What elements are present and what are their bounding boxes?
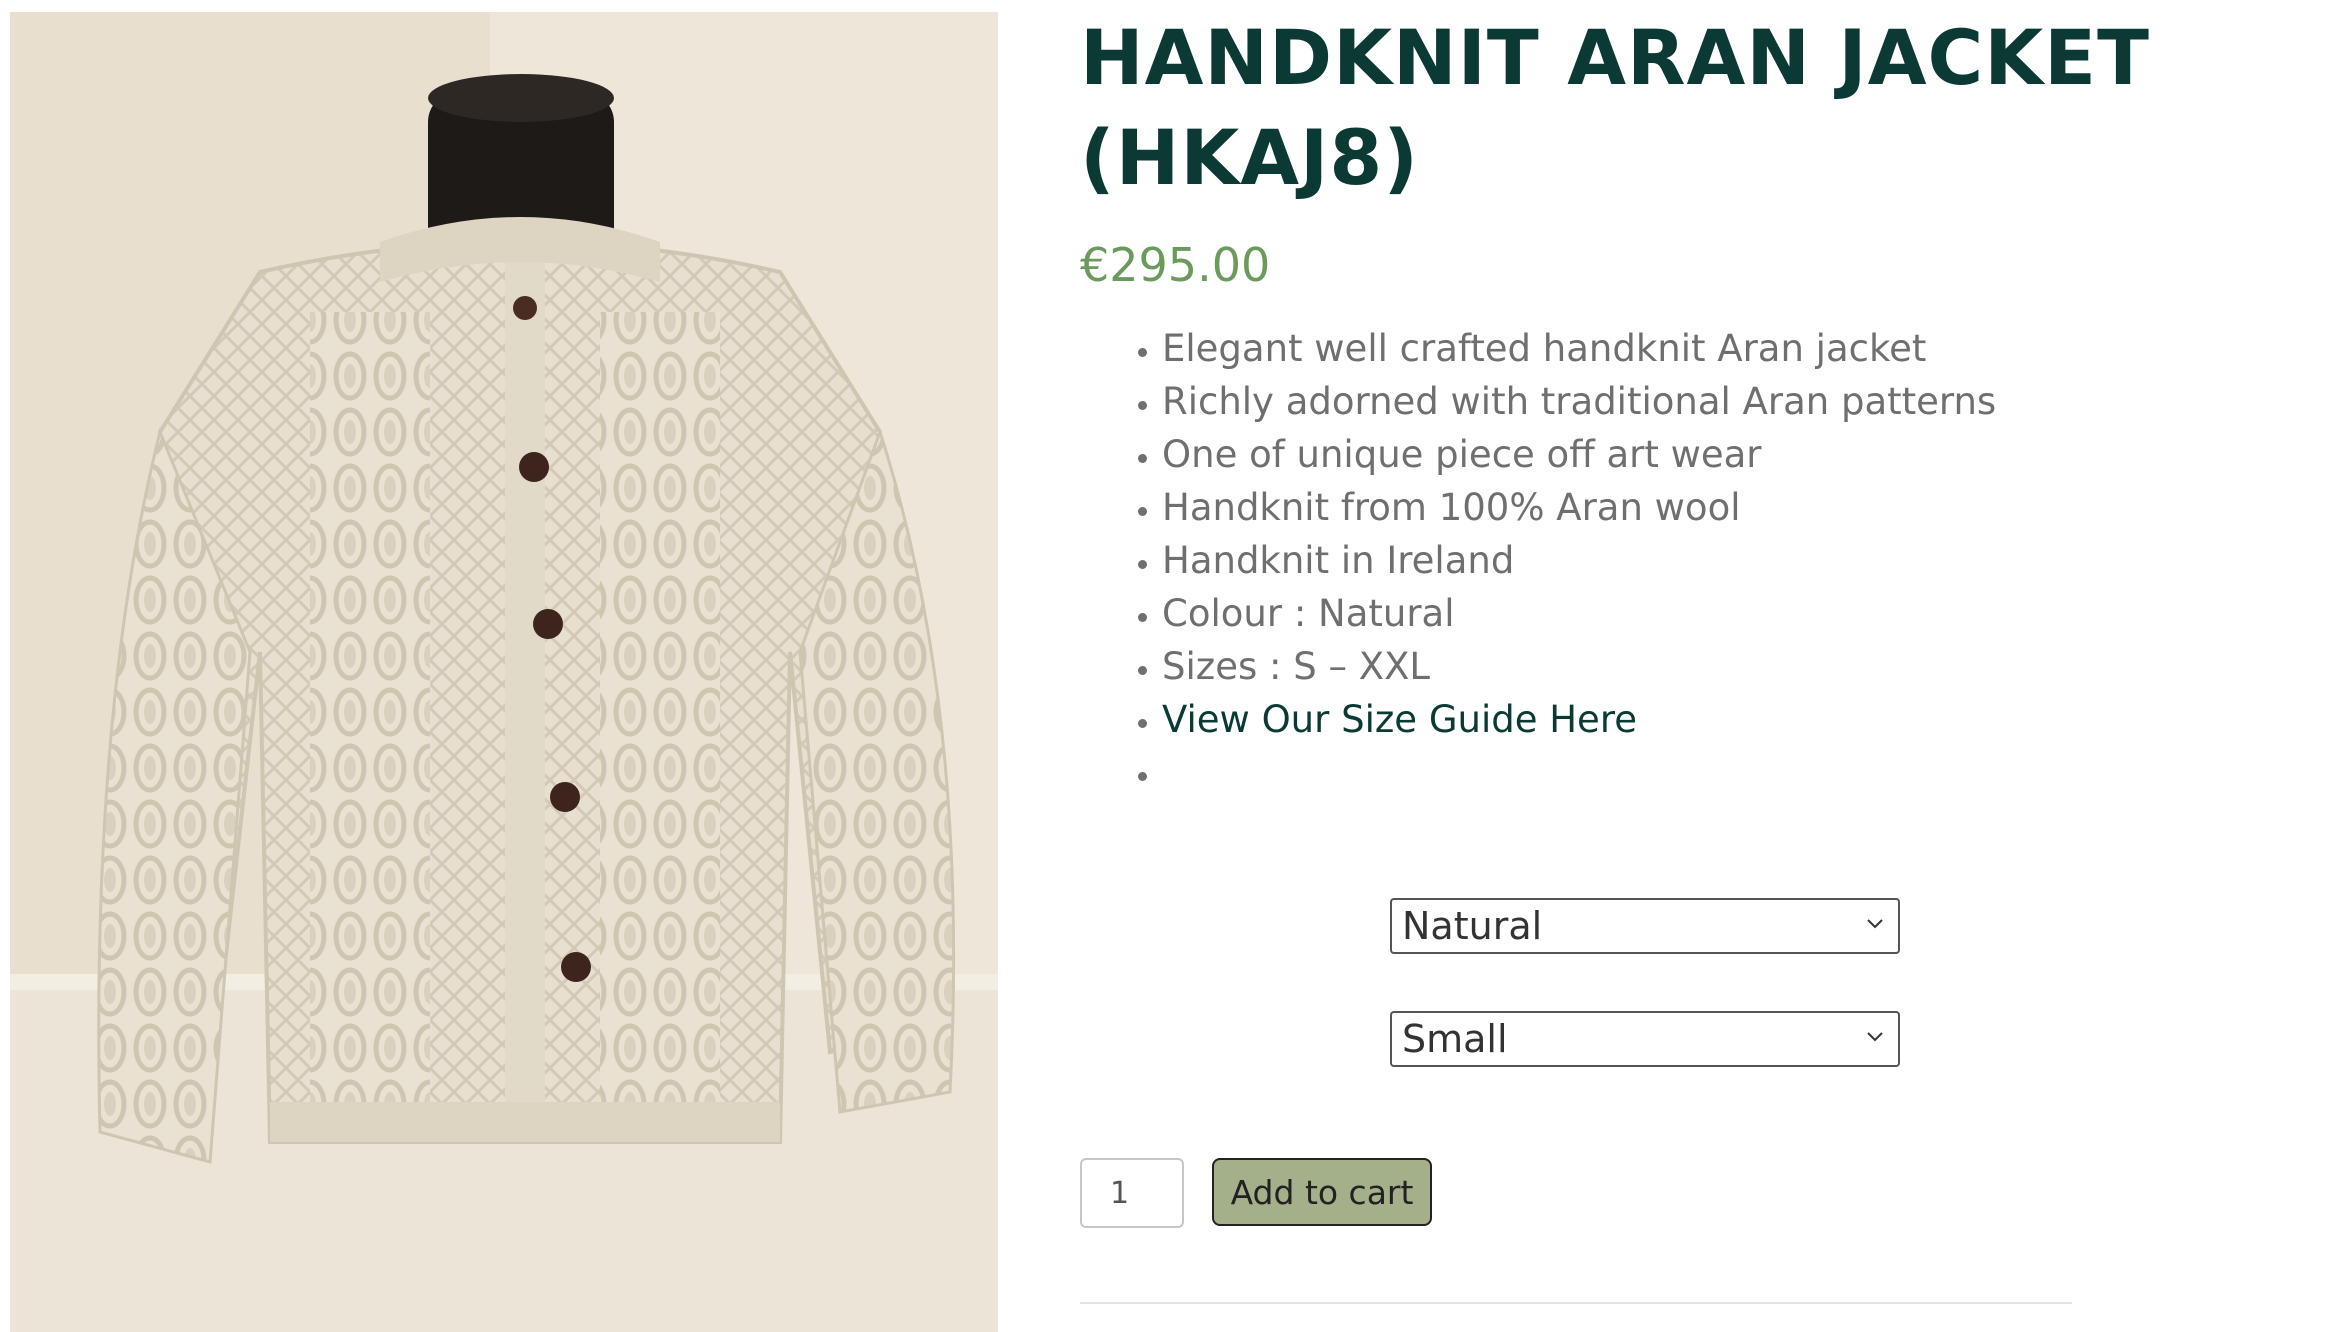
chevron-down-icon <box>1867 1032 1883 1042</box>
feature-item-size-guide: View Our Size Guide Here <box>1162 693 1996 746</box>
quantity-value: 1 <box>1110 1175 1130 1211</box>
quantity-input[interactable]: 1 <box>1080 1158 1184 1228</box>
feature-item: Richly adorned with traditional Aran pat… <box>1162 375 1996 428</box>
feature-item: One of unique piece off art wear <box>1162 428 1996 481</box>
add-to-cart-button[interactable]: Add to cart <box>1212 1158 1432 1226</box>
feature-item: Elegant well crafted handknit Aran jacke… <box>1162 322 1996 375</box>
feature-item: Colour : Natural <box>1162 587 1996 640</box>
size-guide-link[interactable]: View Our Size Guide Here <box>1162 698 1637 741</box>
divider <box>1080 1302 2072 1304</box>
feature-item: Sizes : S – XXL <box>1162 640 1996 693</box>
product-title: HANDKNIT ARAN JACKET (HKAJ8) <box>1080 13 2150 202</box>
size-select[interactable]: Small <box>1390 1011 1900 1067</box>
product-image[interactable] <box>10 12 998 1332</box>
chevron-down-icon <box>1867 919 1883 929</box>
feature-item: Handknit in Ireland <box>1162 534 1996 587</box>
product-price: €295.00 <box>1080 238 1271 292</box>
feature-item-empty <box>1162 746 1996 799</box>
aran-jacket-photo <box>10 12 998 1332</box>
colour-select[interactable]: Natural <box>1390 898 1900 954</box>
feature-item: Handknit from 100% Aran wool <box>1162 481 1996 534</box>
feature-list: Elegant well crafted handknit Aran jacke… <box>1110 322 1996 799</box>
colour-select-value: Natural <box>1402 904 1543 948</box>
size-select-value: Small <box>1402 1017 1508 1061</box>
